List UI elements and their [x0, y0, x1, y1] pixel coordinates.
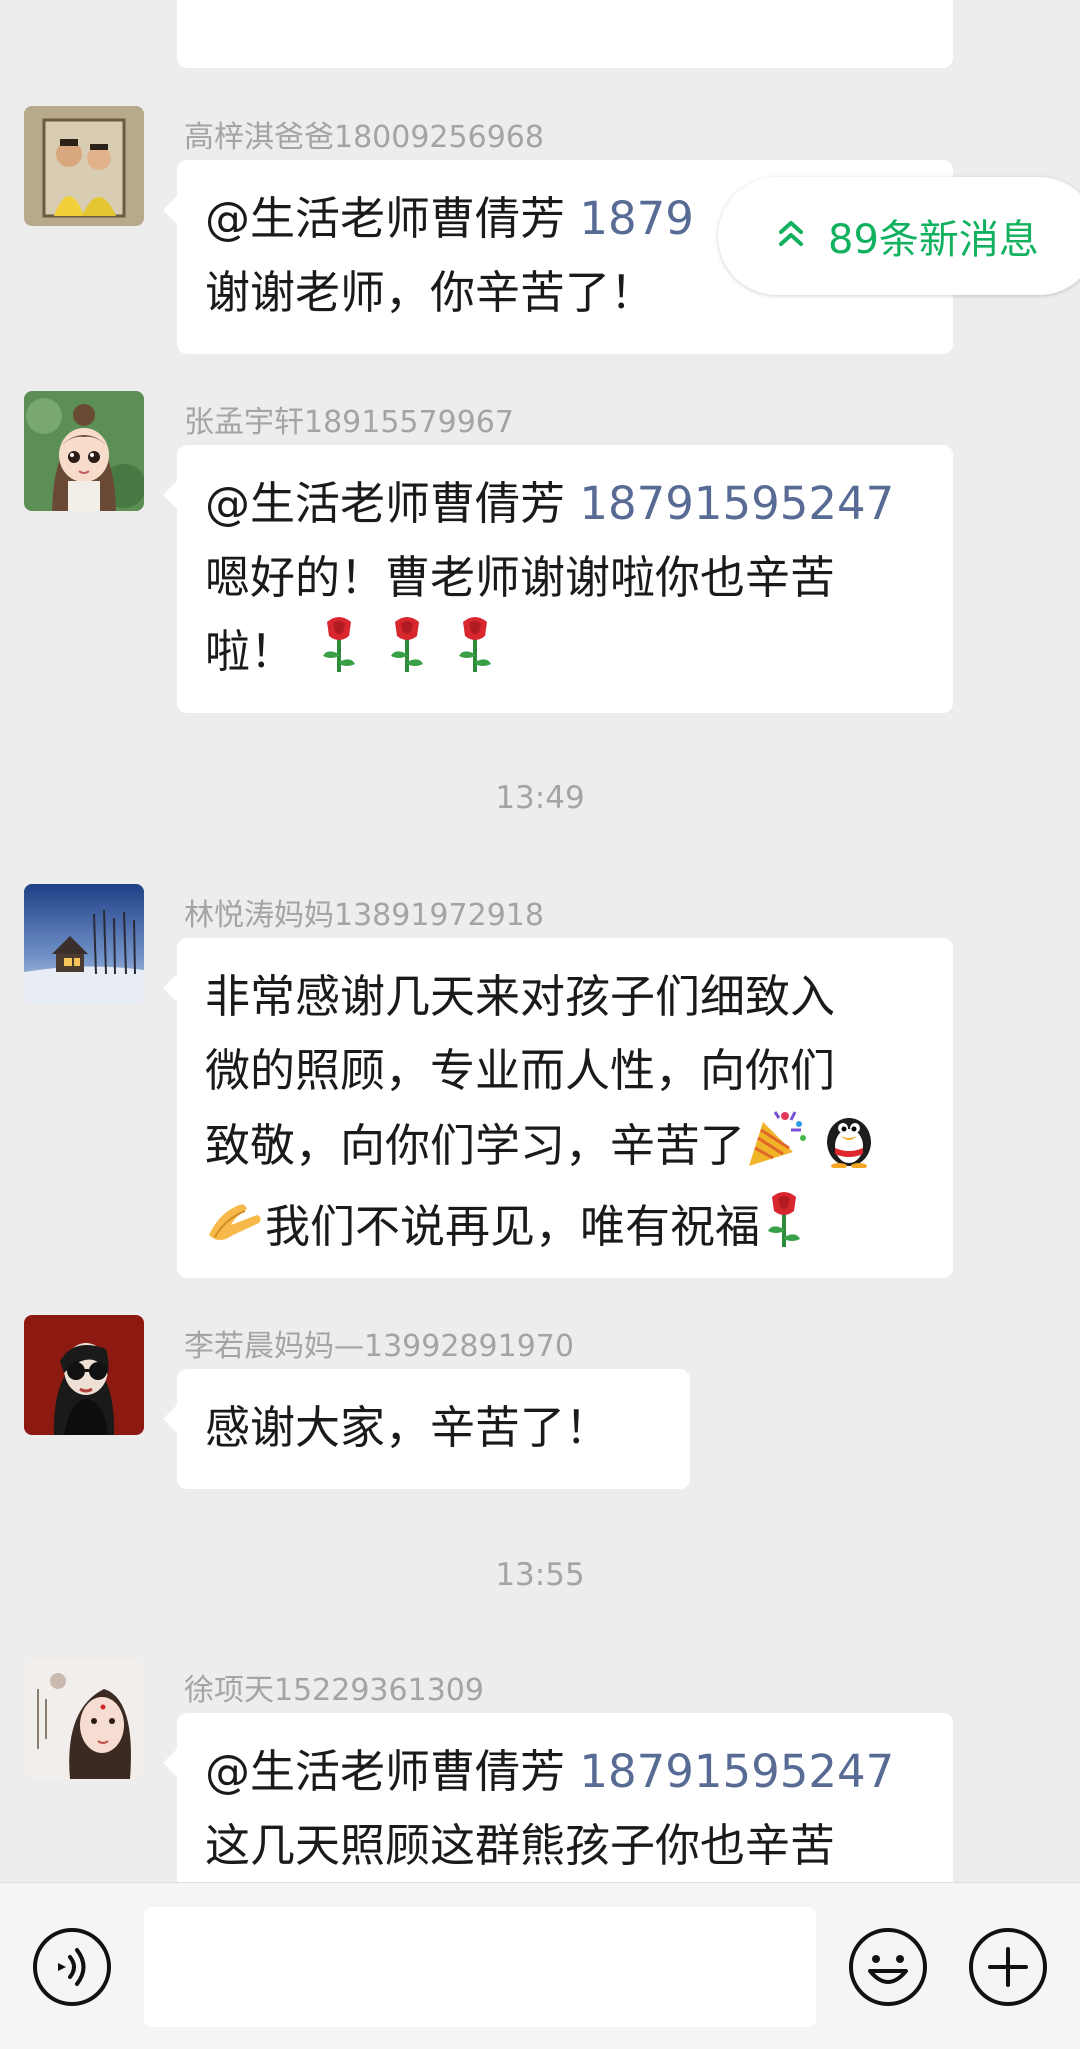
message-text: 啦！	[205, 625, 296, 678]
plus-circle-icon[interactable]	[968, 1927, 1048, 2007]
double-chevron-up-icon	[778, 220, 804, 252]
message-bubble-partial[interactable]	[177, 0, 953, 68]
sender-name: 高梓淇爸爸18009256968	[184, 120, 544, 155]
rose-emoji	[762, 1191, 806, 1269]
chat-message-list[interactable]: 高梓淇爸爸18009256968 @生活老师曹倩芳 1879 谢谢老师，你辛苦了…	[0, 0, 1080, 1882]
message-text: 我们不说再见，唯有祝福	[265, 1200, 761, 1253]
new-messages-label: 89条新消息	[828, 217, 1039, 263]
avatar[interactable]	[24, 1659, 144, 1779]
message-text-line: 啦！	[205, 615, 925, 694]
sender-name: 张孟宇轩18915579967	[184, 405, 514, 440]
message-text-line: 我们不说再见，唯有祝福	[205, 1190, 925, 1269]
message-text: 致敬，向你们学习，辛苦了	[205, 1119, 746, 1172]
mention-phone-number[interactable]: 18791595247	[579, 1745, 894, 1798]
mention-line: @生活老师曹倩芳 18791595247	[205, 467, 925, 541]
message-bubble[interactable]: @生活老师曹倩芳 18791595247 这几天照顾这群熊孩子你也辛苦	[163, 1713, 953, 1882]
avatar[interactable]	[24, 884, 144, 1004]
sender-name: 林悦涛妈妈13891972918	[184, 898, 544, 933]
message-text: 非常感谢几天来对孩子们细致入	[205, 970, 836, 1023]
message-text-line: 致敬，向你们学习，辛苦了	[205, 1108, 925, 1190]
rose-emoji	[385, 616, 429, 694]
mention-phone-number[interactable]: 18791595247	[579, 477, 894, 530]
sender-name: 徐项天15229361309	[184, 1673, 484, 1708]
message-bubble[interactable]: 感谢大家，辛苦了！	[163, 1369, 690, 1489]
avatar[interactable]	[24, 1315, 144, 1435]
message-text: 微的照顾，专业而人性，向你们	[205, 1044, 836, 1097]
message-bubble[interactable]: 非常感谢几天来对孩子们细致入 微的照顾，专业而人性，向你们 致敬，向你们学习，辛…	[163, 938, 953, 1278]
message-text: 这几天照顾这群熊孩子你也辛苦	[205, 1819, 836, 1872]
timestamp: 13:55	[495, 1557, 585, 1593]
message-text: 感谢大家，辛苦了！	[205, 1401, 611, 1454]
penguin-emoji	[821, 1108, 877, 1190]
timestamp: 13:49	[495, 780, 585, 816]
avatar[interactable]	[24, 391, 144, 511]
mention-text[interactable]: @生活老师曹倩芳	[205, 477, 579, 530]
mention-text[interactable]: @生活老师曹倩芳	[205, 1745, 579, 1798]
new-messages-button[interactable]: 89条新消息	[718, 177, 1080, 295]
mention-phone-number[interactable]: 1879	[579, 192, 694, 245]
message-input[interactable]	[144, 1907, 816, 2027]
message-bubble[interactable]: @生活老师曹倩芳 18791595247 嗯好的！曹老师谢谢啦你也辛苦 啦！	[163, 445, 953, 713]
mention-text[interactable]: @生活老师曹倩芳	[205, 192, 579, 245]
clapping-hand-emoji	[205, 1193, 263, 1267]
party-popper-emoji	[745, 1108, 809, 1190]
emoji-face-icon[interactable]	[848, 1927, 928, 2007]
mention-line: @生活老师曹倩芳 18791595247	[205, 1735, 925, 1809]
rose-emoji	[453, 616, 497, 694]
input-bar	[0, 1882, 1080, 2049]
avatar[interactable]	[24, 106, 144, 226]
sender-name: 李若晨妈妈—13992891970	[184, 1329, 574, 1364]
message-text: 嗯好的！曹老师谢谢啦你也辛苦	[205, 551, 836, 604]
rose-emoji	[317, 616, 361, 694]
voice-icon[interactable]	[32, 1927, 112, 2007]
